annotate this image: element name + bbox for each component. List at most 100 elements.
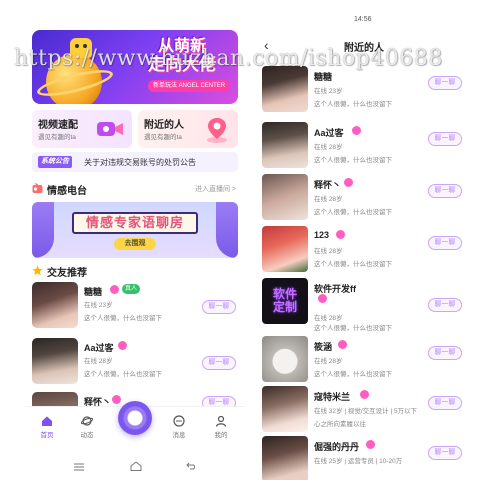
user-name: 筱涵: [314, 342, 333, 352]
user-photo: [262, 226, 308, 272]
video-match-title: 视频速配: [38, 120, 78, 131]
user-name: Aa过客: [84, 343, 114, 353]
curtain-left: [32, 202, 54, 258]
user-name: 寇特米兰: [314, 392, 351, 402]
user-meta: 在线 23岁: [314, 88, 343, 95]
nearby-screen: 14:56 ‹ 附近的人 糖糖 在线 23岁 这个人很懒，什么也没留下 聊一聊 …: [254, 10, 472, 480]
chat-button[interactable]: 聊一聊: [202, 300, 236, 314]
user-name: 释怀丶: [84, 397, 112, 406]
user-photo: [262, 66, 308, 112]
chat-bubble-icon: [173, 415, 185, 427]
nearby-user-item[interactable]: 糖糖 在线 23岁 这个人很懒，什么也没留下 聊一聊: [262, 66, 468, 120]
user-meta: 在线 25岁 | 运营专员 | 10-20万: [314, 458, 403, 465]
video-match-card[interactable]: 视频速配 遇见有趣的ta: [32, 110, 132, 148]
bottom-tab-bar: 首页 动态 消息 我的: [26, 401, 244, 450]
chat-button[interactable]: 聊一聊: [428, 346, 462, 360]
user-photo: [262, 122, 308, 168]
user-signature: 这个人很懒，什么也没留下: [314, 209, 392, 216]
tab-home-label: 首页: [40, 432, 54, 439]
back-nav-icon[interactable]: [186, 458, 196, 476]
system-notice-bar[interactable]: 系统公告 关于对违规交易账号的处罚公告: [32, 152, 238, 172]
user-meta: 在线 28岁: [314, 196, 343, 203]
user-signature: 这个人很懒，什么也没留下: [314, 101, 392, 108]
user-photo: [262, 336, 308, 382]
user-name: Aa过客: [314, 128, 344, 138]
tab-messages[interactable]: 消息: [164, 415, 194, 439]
user-name: 糖糖: [314, 72, 333, 82]
nearby-user-item[interactable]: 倔强的丹丹 在线 25岁 | 运营专员 | 10-20万 聊一聊: [262, 436, 468, 480]
tab-moments[interactable]: 动态: [72, 415, 102, 439]
home-icon: [42, 416, 52, 426]
chat-button[interactable]: 聊一聊: [428, 184, 462, 198]
curtain-right: [216, 202, 238, 258]
female-icon: [352, 126, 361, 135]
user-photo: [32, 338, 78, 384]
chat-button[interactable]: 聊一聊: [428, 446, 462, 460]
user-signature: 这个人很懒，什么也没留下: [314, 261, 392, 268]
user-photo: [262, 436, 308, 480]
female-icon: [118, 341, 127, 350]
user-signature: 心之所向素履以往: [314, 421, 366, 428]
chat-button[interactable]: 聊一聊: [428, 76, 462, 90]
female-icon: [344, 178, 353, 187]
female-icon: [336, 230, 345, 239]
female-icon: [360, 390, 369, 399]
menu-icon[interactable]: [74, 458, 84, 476]
system-navigation-bar: [26, 452, 244, 474]
user-meta: 在线 23岁: [84, 302, 113, 309]
notice-text: 关于对违规交易账号的处罚公告: [84, 158, 196, 167]
watermark-text: https://www.huzhan.com/ishop40688: [14, 46, 443, 71]
enter-live-room-link[interactable]: 进入直播间 >: [195, 184, 236, 194]
user-icon: [215, 415, 227, 427]
user-name: 糖糖: [84, 287, 103, 297]
room-board-title: 情感专家语聊房: [72, 212, 198, 234]
recommend-card[interactable]: Aa过客 在线 28岁 这个人很懒，什么也没留下 聊一聊: [32, 338, 238, 388]
nearby-user-item[interactable]: 筱涵 在线 28岁 这个人很懒，什么也没留下 聊一聊: [262, 336, 468, 390]
user-name: 软件开发ff: [314, 284, 356, 294]
radio-section-header: 情感电台 进入直播间 >: [32, 182, 238, 197]
emotion-expert-room-banner[interactable]: 情感专家语聊房 去围观: [32, 202, 238, 258]
nearby-subtitle: 遇见有趣的ta: [144, 134, 182, 141]
tab-moments-label: 动态: [80, 432, 94, 439]
user-photo: [32, 282, 78, 328]
tab-messages-label: 消息: [172, 432, 186, 439]
watch-button[interactable]: 去围观: [114, 238, 156, 250]
chat-button[interactable]: 聊一聊: [428, 132, 462, 146]
recommend-section-title: 交友推荐: [47, 268, 87, 279]
chat-button[interactable]: 聊一聊: [428, 396, 462, 410]
video-camera-icon: [97, 122, 123, 136]
chat-button[interactable]: 聊一聊: [202, 396, 236, 406]
radio-icon: [32, 183, 43, 193]
banner-tag: 新单玩法 ANGEL CENTER: [148, 80, 231, 92]
status-bar: 14:56: [294, 16, 444, 26]
nearby-user-item[interactable]: Aa过客 在线 28岁 这个人很懒，什么也没留下 聊一聊: [262, 122, 468, 176]
nearby-title: 附近的人: [144, 120, 184, 131]
nearby-user-item[interactable]: 123 在线 28岁 这个人很懒，什么也没留下 聊一聊: [262, 226, 468, 280]
recommend-section-header: 交友推荐: [32, 264, 238, 279]
chat-button[interactable]: 聊一聊: [202, 356, 236, 370]
chat-button[interactable]: 聊一聊: [428, 236, 462, 250]
user-meta: 在线 28岁: [84, 358, 113, 365]
user-meta: 在线 28岁: [314, 144, 343, 151]
tab-profile[interactable]: 我的: [206, 415, 236, 439]
status-time: 14:56: [354, 16, 372, 23]
home-nav-icon[interactable]: [130, 458, 142, 476]
center-action-button[interactable]: [118, 401, 152, 435]
user-meta: 在线 28岁: [314, 315, 343, 322]
user-photo: [32, 392, 78, 406]
user-signature: 这个人很懒，什么也没留下: [314, 325, 392, 332]
nearby-user-item[interactable]: 软件定制 软件开发ff 在线 28岁 这个人很懒，什么也没留下 聊一聊: [262, 278, 468, 332]
recommend-card[interactable]: 糖糖 真人 在线 23岁 这个人很懒，什么也没留下 聊一聊: [32, 282, 238, 332]
nearby-people-card[interactable]: 附近的人 遇见有趣的ta: [138, 110, 238, 148]
chat-button[interactable]: 聊一聊: [428, 298, 462, 312]
tab-home[interactable]: 首页: [32, 415, 62, 439]
female-icon: [366, 440, 375, 449]
user-signature: 这个人很懒，什么也没留下: [84, 371, 162, 378]
user-name: 123: [314, 230, 330, 240]
nearby-user-item[interactable]: 寇特米兰 在线 32岁 | 视觉/交互设计 | 5万以下 心之所向素履以往 聊一…: [262, 386, 468, 440]
video-match-subtitle: 遇见有趣的ta: [38, 134, 76, 141]
star-icon: [32, 265, 43, 276]
female-icon: [110, 285, 119, 294]
female-icon: [338, 340, 347, 349]
nearby-user-item[interactable]: 释怀丶 在线 28岁 这个人很懒，什么也没留下 聊一聊: [262, 174, 468, 228]
